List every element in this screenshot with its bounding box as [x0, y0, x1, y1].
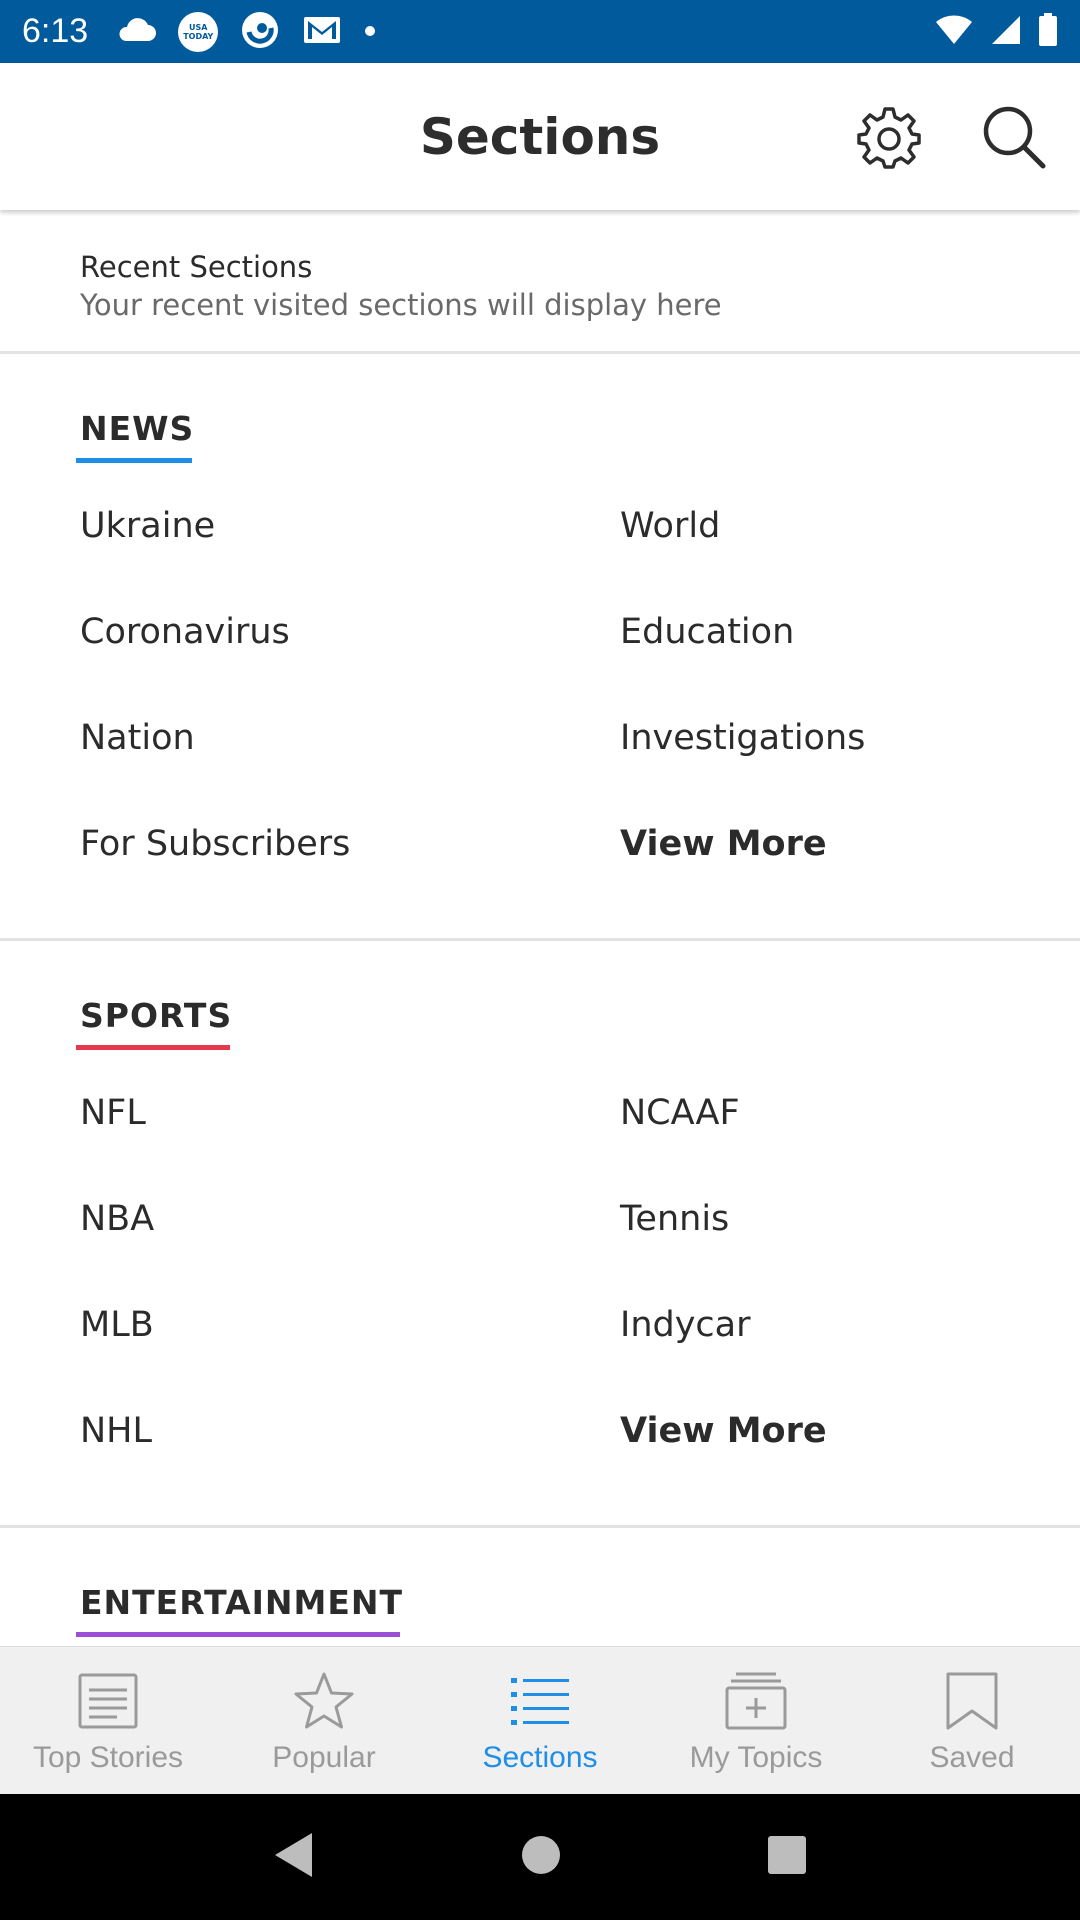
section-link-nation[interactable]: Nation	[0, 696, 540, 802]
usa-today-icon-text: USA TODAY	[183, 22, 214, 41]
home-icon	[521, 1836, 560, 1874]
app-header: Sections	[0, 63, 1080, 210]
section-header: SPORTS	[0, 941, 1080, 1071]
recent-sections-title: Recent Sections	[80, 250, 313, 284]
nav-my-topics[interactable]: My Topics	[648, 1647, 864, 1794]
newspaper-icon	[73, 1669, 143, 1733]
search-button[interactable]	[978, 101, 1050, 173]
search-icon	[983, 106, 1046, 169]
nav-sections[interactable]: Sections	[432, 1647, 648, 1794]
section-header: NEWS	[0, 354, 1080, 484]
bookmark-icon	[937, 1669, 1007, 1733]
page-title: Sections	[419, 107, 661, 166]
section-link-ncaaf[interactable]: NCAAF	[540, 1071, 1080, 1177]
usa-today-icon: USA TODAY	[178, 11, 219, 52]
section-underline	[76, 1632, 400, 1637]
signal-icon	[990, 14, 1022, 50]
section-link-mlb[interactable]: MLB	[0, 1283, 540, 1389]
nav-label: Sections	[482, 1741, 598, 1774]
status-bar: 6:13 USA TODAY	[0, 0, 1080, 63]
home-button[interactable]	[519, 1833, 563, 1881]
notification-icons: USA TODAY	[116, 10, 376, 54]
recents-icon	[768, 1836, 807, 1874]
section-link-education[interactable]: Education	[540, 590, 1080, 696]
wifi-icon	[934, 14, 974, 50]
section-title-entertainment[interactable]: ENTERTAINMENT	[80, 1583, 403, 1622]
add-topic-icon	[721, 1669, 791, 1733]
section-title-news[interactable]: NEWS	[80, 409, 194, 448]
recents-button[interactable]	[766, 1834, 808, 1880]
gear-icon	[857, 107, 921, 169]
section-entertainment: ENTERTAINMENT	[0, 1528, 1080, 1646]
status-time: 6:13	[22, 12, 89, 50]
settings-button[interactable]	[853, 101, 925, 173]
nav-top-stories[interactable]: Top Stories	[0, 1647, 216, 1794]
nav-popular[interactable]: Popular	[216, 1647, 432, 1794]
nav-saved[interactable]: Saved	[864, 1647, 1080, 1794]
sports-view-more-link[interactable]: View More	[540, 1389, 1080, 1495]
section-news: NEWS Ukraine World Coronavirus Education…	[0, 354, 1080, 941]
nav-label: My Topics	[689, 1741, 823, 1774]
nav-label: Popular	[272, 1741, 376, 1774]
section-items: NFL NCAAF NBA Tennis MLB Indycar NHL Vie…	[0, 1071, 1080, 1525]
section-link-nfl[interactable]: NFL	[0, 1071, 540, 1177]
section-link-coronavirus[interactable]: Coronavirus	[0, 590, 540, 696]
section-underline	[76, 458, 192, 463]
back-icon	[274, 1833, 312, 1877]
browser-icon	[240, 10, 280, 54]
back-button[interactable]	[272, 1831, 316, 1883]
list-icon	[505, 1669, 575, 1733]
section-title-sports[interactable]: SPORTS	[80, 996, 232, 1035]
section-link-ukraine[interactable]: Ukraine	[0, 484, 540, 590]
recent-sections: Recent Sections Your recent visited sect…	[0, 210, 1080, 354]
sections-list[interactable]: Recent Sections Your recent visited sect…	[0, 210, 1080, 1646]
section-link-indycar[interactable]: Indycar	[540, 1283, 1080, 1389]
recent-sections-subtitle: Your recent visited sections will displa…	[80, 288, 722, 322]
news-view-more-link[interactable]: View More	[540, 802, 1080, 908]
section-items: Ukraine World Coronavirus Education Nati…	[0, 484, 1080, 938]
section-link-for-subscribers[interactable]: For Subscribers	[0, 802, 540, 908]
section-sports: SPORTS NFL NCAAF NBA Tennis MLB Indycar …	[0, 941, 1080, 1528]
gmail-icon	[302, 13, 342, 51]
dot-icon	[364, 22, 376, 41]
battery-icon	[1038, 12, 1058, 51]
bottom-navigation: Top Stories Popular Sections My Topics S…	[0, 1646, 1080, 1794]
section-link-investigations[interactable]: Investigations	[540, 696, 1080, 802]
system-navigation-bar	[0, 1794, 1080, 1920]
system-status-icons	[934, 12, 1058, 51]
section-header: ENTERTAINMENT	[0, 1528, 1080, 1646]
section-underline	[76, 1045, 230, 1050]
section-link-nhl[interactable]: NHL	[0, 1389, 540, 1495]
nav-label: Saved	[929, 1741, 1015, 1774]
star-icon	[289, 1669, 359, 1733]
cloud-icon	[116, 17, 157, 47]
section-link-world[interactable]: World	[540, 484, 1080, 590]
section-link-tennis[interactable]: Tennis	[540, 1177, 1080, 1283]
nav-label: Top Stories	[32, 1741, 184, 1774]
section-link-nba[interactable]: NBA	[0, 1177, 540, 1283]
